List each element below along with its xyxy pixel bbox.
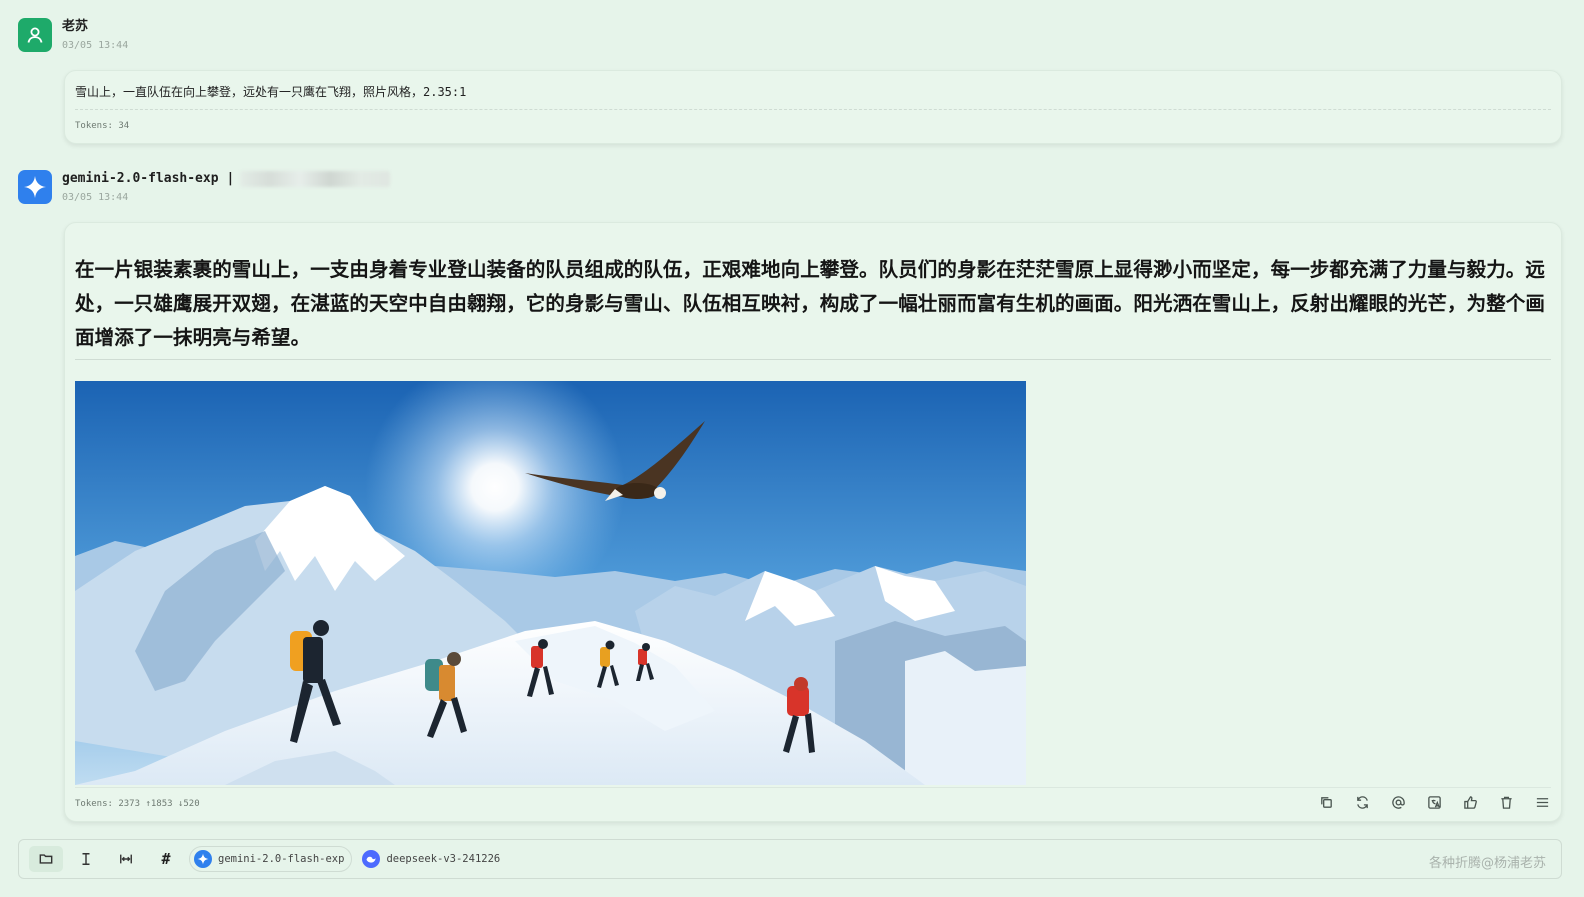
hash-button[interactable]: # <box>149 846 183 872</box>
user-avatar[interactable] <box>18 18 52 52</box>
name-separator: | <box>226 171 235 186</box>
user-message-card: 雪山上，一直队伍在向上攀登，远处有一只鹰在飞翔，照片风格，2.35:1 Toke… <box>64 70 1562 144</box>
assistant-token-count: Tokens: 2373 ↑1853 ↓520 <box>75 799 200 809</box>
model-chip-label: gemini-2.0-flash-exp <box>218 853 345 865</box>
divider <box>75 787 1551 788</box>
divider <box>75 109 1551 110</box>
gemini-icon <box>194 850 212 868</box>
thumbs-up-icon[interactable] <box>1461 793 1479 811</box>
generated-image[interactable] <box>75 381 1026 785</box>
folder-button[interactable] <box>29 846 63 872</box>
model-chip-gemini[interactable]: gemini-2.0-flash-exp <box>189 846 353 872</box>
gemini-star-icon <box>24 176 46 198</box>
text-cursor-button[interactable] <box>69 846 103 872</box>
user-message: 老苏 03/05 13:44 雪山上，一直队伍在向上攀登，远处有一只鹰在飞翔，照… <box>18 18 1562 146</box>
refresh-icon[interactable] <box>1353 793 1371 811</box>
gemini-avatar[interactable] <box>18 170 52 204</box>
assistant-message-text: 在一片银装素裹的雪山上，一支由身着专业登山装备的队员组成的队伍，正艰难地向上攀登… <box>75 258 1546 349</box>
menu-icon[interactable] <box>1533 793 1551 811</box>
mention-icon[interactable] <box>1389 793 1407 811</box>
model-name: gemini-2.0-flash-exp <box>62 171 219 186</box>
hash-icon: # <box>161 850 171 868</box>
text-cursor-icon <box>82 853 90 865</box>
width-icon <box>120 854 132 864</box>
model-chip-deepseek[interactable]: deepseek-v3-241226 <box>358 846 507 872</box>
assistant-message-card: 在一片银装素裹的雪山上，一支由身着专业登山装备的队员组成的队伍，正艰难地向上攀登… <box>64 222 1562 822</box>
user-meta: 老苏 03/05 13:44 <box>62 18 128 51</box>
divider <box>75 359 1551 360</box>
assistant-meta: gemini-2.0-flash-exp | 03/05 13:44 <box>62 170 391 203</box>
trash-icon[interactable] <box>1497 793 1515 811</box>
deepseek-icon <box>362 850 381 868</box>
model-chip-label: deepseek-v3-241226 <box>386 853 501 865</box>
user-token-count: Tokens: 34 <box>75 121 130 131</box>
user-timestamp: 03/05 13:44 <box>62 40 129 51</box>
assistant-timestamp: 03/05 13:44 <box>62 192 129 203</box>
user-icon <box>27 27 43 43</box>
folder-icon <box>39 854 53 864</box>
assistant-name: gemini-2.0-flash-exp | <box>62 170 391 188</box>
blurred-provider <box>240 171 391 187</box>
width-button[interactable] <box>109 846 143 872</box>
translate-icon[interactable] <box>1425 793 1443 811</box>
assistant-message: gemini-2.0-flash-exp | 03/05 13:44 在一片银装… <box>18 170 1562 822</box>
input-toolbar: # gemini-2.0-flash-exp deepseek-v3-24122… <box>18 839 1562 879</box>
user-message-text: 雪山上，一直队伍在向上攀登，远处有一只鹰在飞翔，照片风格，2.35:1 <box>75 85 467 99</box>
watermark: 各种折腾@杨浦老苏 <box>1428 856 1546 871</box>
copy-icon[interactable] <box>1317 793 1335 811</box>
user-name: 老苏 <box>62 19 89 34</box>
message-actions <box>1317 793 1551 811</box>
